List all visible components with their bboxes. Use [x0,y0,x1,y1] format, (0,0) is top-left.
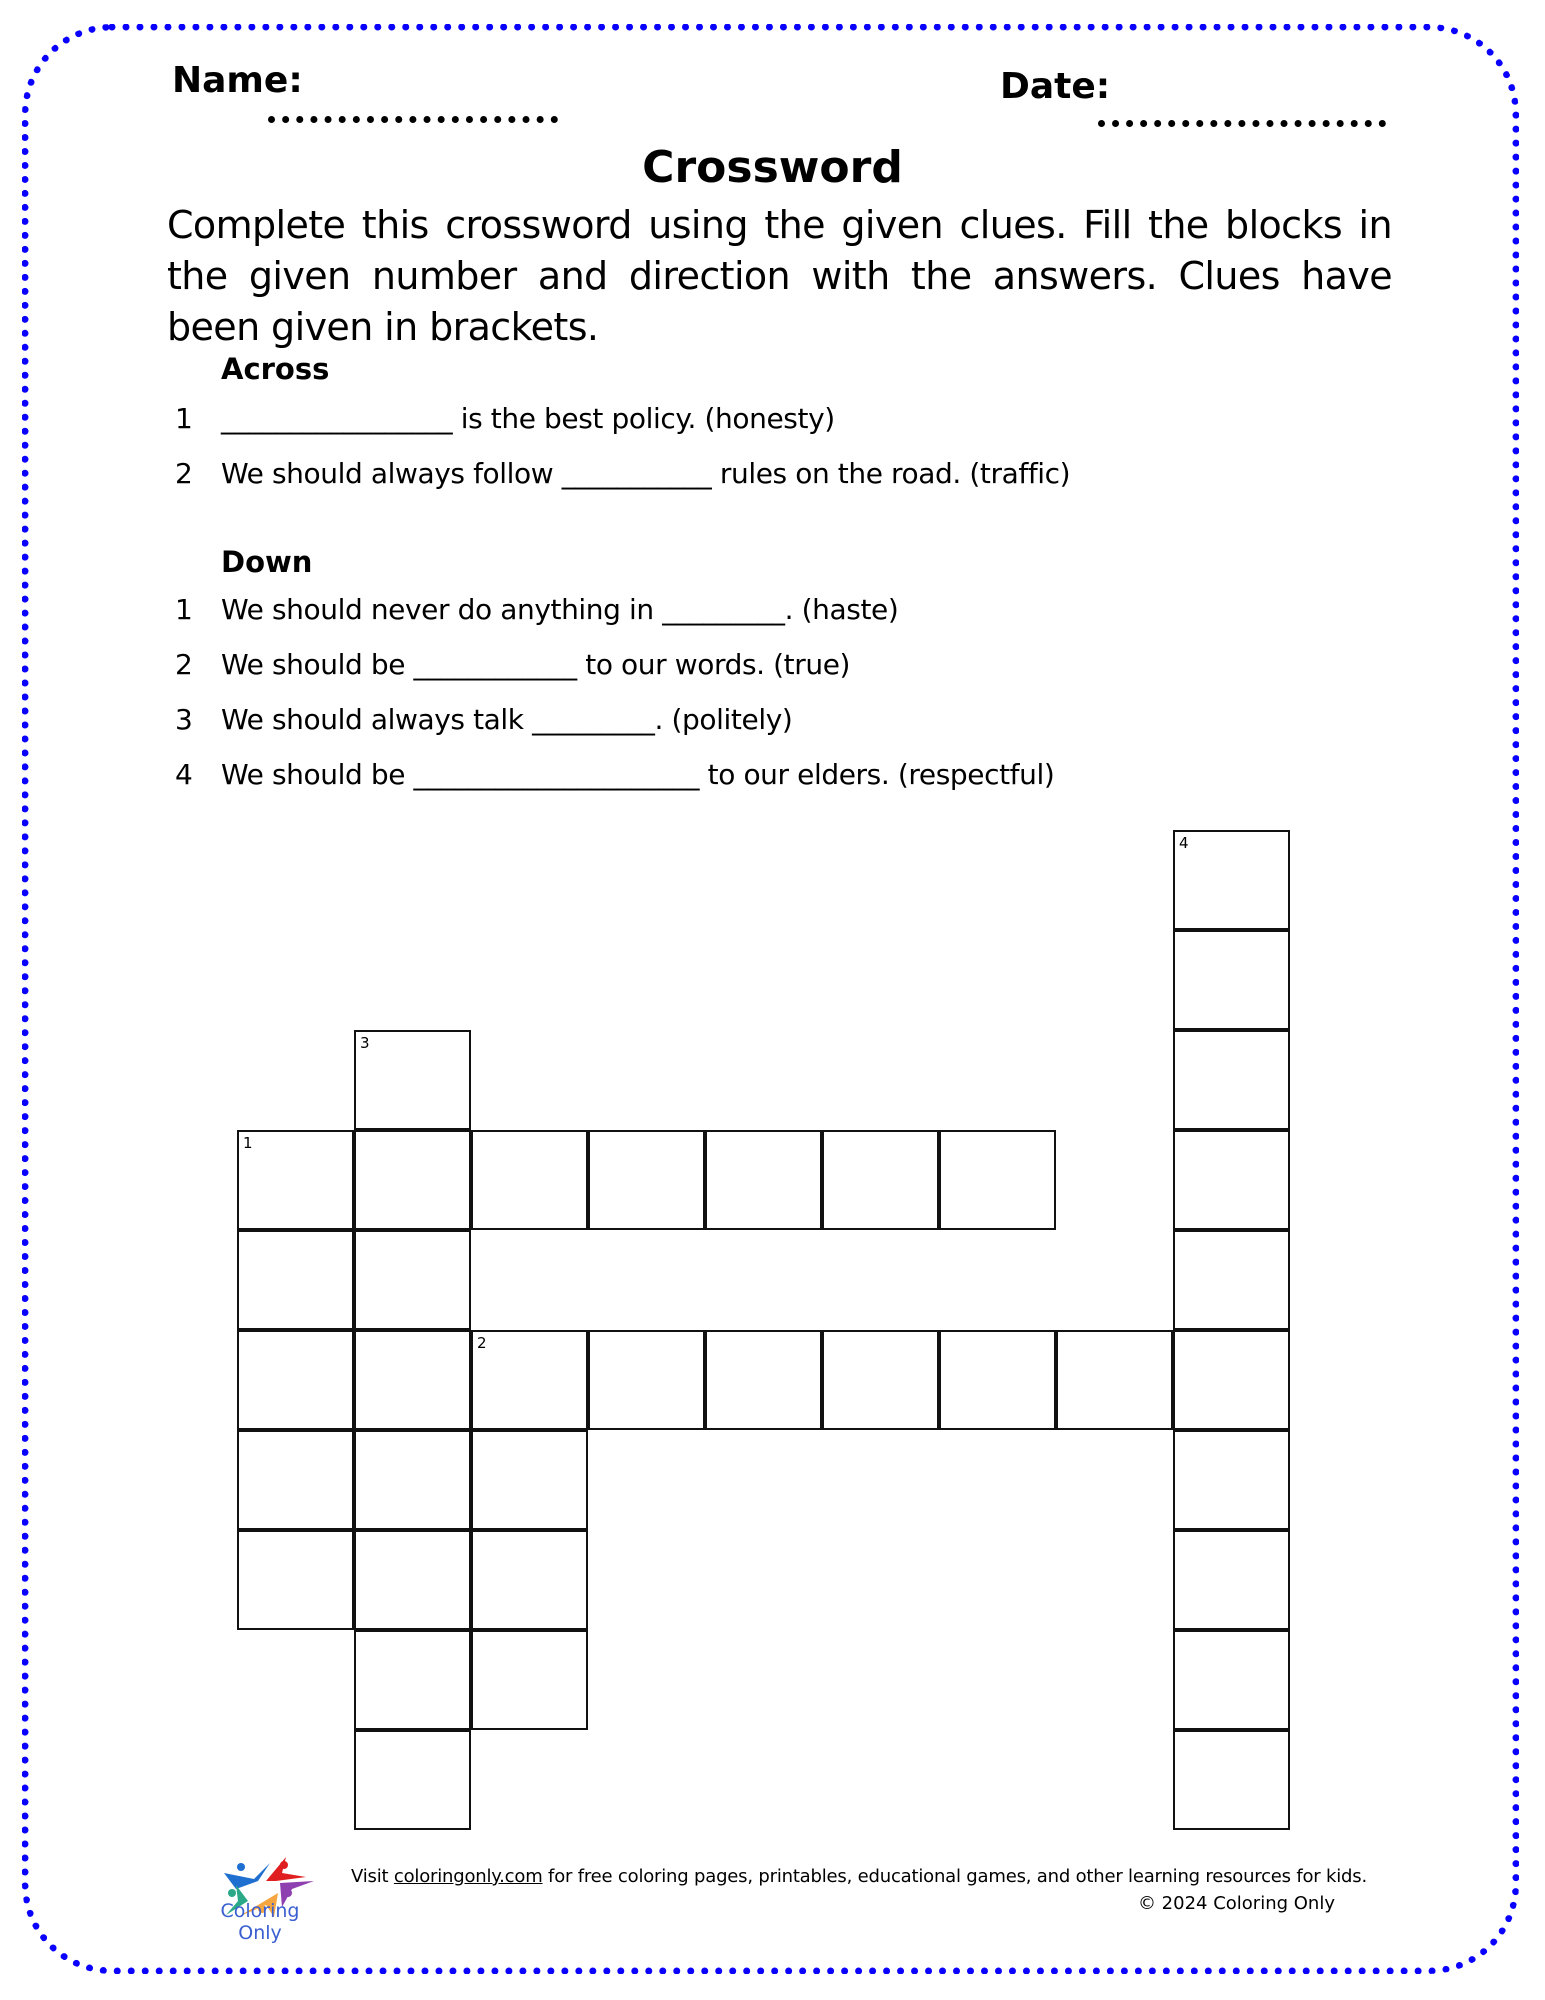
crossword-cell[interactable] [471,1630,588,1730]
cell-number: 1 [243,1134,253,1152]
clue-text: _________________ is the best policy. (h… [221,402,835,435]
crossword-cell[interactable] [354,1130,471,1230]
across-heading: Across [221,352,330,386]
crossword-cell[interactable] [822,1130,939,1230]
date-label: Date: [1000,66,1111,107]
clue-text: We should be ____________ to our words. … [221,648,851,681]
crossword-cell[interactable] [237,1430,354,1530]
crossword-cell[interactable] [354,1430,471,1530]
across-clue: 2 We should always follow ___________ rul… [175,457,1071,490]
instructions: Complete this crossword using the given … [167,203,1393,349]
page-title: Crossword [642,142,903,193]
clue-number: 1 [175,593,193,626]
date-input-line[interactable] [1098,120,1386,127]
crossword-cell[interactable] [822,1330,939,1430]
down-clue: 2 We should be ____________ to our words.… [175,648,850,681]
cell-number: 3 [360,1034,370,1052]
crossword-cell[interactable] [354,1530,471,1630]
logo-text: Coloring Only [220,1900,300,1944]
crossword-cell[interactable] [939,1330,1056,1430]
clue-number: 1 [175,402,193,435]
crossword-cell[interactable]: 3 [354,1030,471,1130]
clue-text: We should be _____________________ to ou… [221,758,1055,791]
crossword-cell[interactable] [354,1330,471,1430]
crossword-cell[interactable] [1173,1330,1290,1430]
footer-visit-text: Visit coloringonly.com for free coloring… [351,1866,1367,1887]
clue-text: We should always follow ___________ rule… [221,457,1071,490]
crossword-cell[interactable] [354,1630,471,1730]
down-heading: Down [221,545,313,579]
crossword-cell[interactable] [1173,1630,1290,1730]
crossword-cell[interactable] [939,1130,1056,1230]
coloringonly-link[interactable]: coloringonly.com [394,1866,543,1887]
crossword-cell[interactable] [705,1330,822,1430]
clue-text: We should never do anything in _________… [221,593,899,626]
crossword-cell[interactable] [588,1130,705,1230]
crossword-cell[interactable] [471,1530,588,1630]
crossword-cell[interactable] [1173,1430,1290,1530]
name-label: Name: [172,60,303,101]
cell-number: 4 [1179,834,1189,852]
crossword-cell[interactable] [354,1230,471,1330]
clue-number: 2 [175,648,193,681]
crossword-cell[interactable] [471,1130,588,1230]
crossword-cell[interactable] [237,1330,354,1430]
down-clue: 4 We should be _____________________ to o… [175,758,1055,791]
crossword-cell[interactable] [237,1530,354,1630]
clue-number: 3 [175,703,193,736]
crossword-cell[interactable] [705,1130,822,1230]
crossword-cell[interactable] [1056,1330,1173,1430]
footer-prefix: Visit [351,1866,394,1887]
crossword-cell[interactable]: 2 [471,1330,588,1430]
across-clue: 1 _________________ is the best policy. (… [175,402,835,435]
crossword-cell[interactable] [1173,1230,1290,1330]
crossword-cell[interactable] [1173,930,1290,1030]
clue-number: 2 [175,457,193,490]
cell-number: 2 [477,1334,487,1352]
crossword-cell[interactable] [237,1230,354,1330]
down-clue: 1 We should never do anything in ________… [175,593,899,626]
crossword-cell[interactable] [354,1730,471,1830]
footer-suffix: for free coloring pages, printables, edu… [542,1866,1367,1887]
copyright: © 2024 Coloring Only [1137,1893,1335,1914]
down-clue: 3 We should always talk _________. (polit… [175,703,793,736]
crossword-cell[interactable]: 4 [1173,830,1290,930]
crossword-cell[interactable] [588,1330,705,1430]
crossword-cell[interactable]: 1 [237,1130,354,1230]
crossword-cell[interactable] [1173,1730,1290,1830]
clue-text: We should always talk _________. (polite… [221,703,793,736]
crossword-cell[interactable] [1173,1130,1290,1230]
clue-number: 4 [175,758,193,791]
crossword-cell[interactable] [1173,1530,1290,1630]
name-input-line[interactable] [268,116,558,123]
crossword-cell[interactable] [1173,1030,1290,1130]
crossword-cell[interactable] [471,1430,588,1530]
